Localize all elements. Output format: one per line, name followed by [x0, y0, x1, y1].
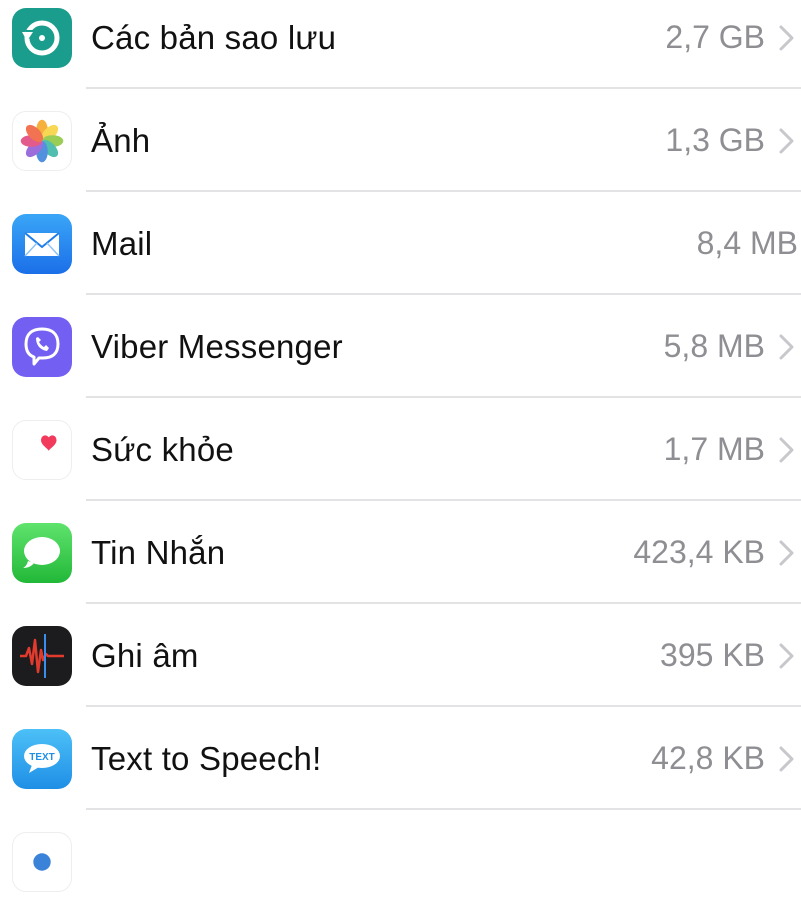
- list-item-health[interactable]: Sức khỏe 1,7 MB: [0, 398, 801, 501]
- list-item-mail[interactable]: Mail 8,4 MB: [0, 192, 801, 295]
- storage-app-list: Các bản sao lưu 2,7 GB Ảnh 1,3 GB Mail 8…: [0, 0, 801, 913]
- list-item-viber[interactable]: Viber Messenger 5,8 MB: [0, 295, 801, 398]
- svg-text:TEXT: TEXT: [29, 752, 55, 763]
- list-item-voice-memos[interactable]: Ghi âm 395 KB: [0, 604, 801, 707]
- chevron-right-icon: [779, 643, 794, 669]
- item-label: Viber Messenger: [91, 328, 343, 365]
- text-to-speech-icon: TEXT: [12, 729, 72, 789]
- item-label: Sức khỏe: [91, 431, 234, 468]
- item-size: 42,8 KB: [651, 740, 765, 776]
- list-item-messages[interactable]: Tin Nhắn 423,4 KB: [0, 501, 801, 604]
- list-item-photos[interactable]: Ảnh 1,3 GB: [0, 89, 801, 192]
- voice-memos-icon: [12, 626, 72, 686]
- chevron-right-icon: [779, 128, 794, 154]
- item-label: Mail: [91, 225, 153, 262]
- item-size: 5,8 MB: [663, 328, 765, 364]
- chevron-right-icon: [779, 746, 794, 772]
- list-item-text-to-speech[interactable]: TEXT Text to Speech! 42,8 KB: [0, 707, 801, 810]
- chevron-right-icon: [779, 25, 794, 51]
- item-size: 423,4 KB: [633, 534, 765, 570]
- chevron-right-icon: [779, 334, 794, 360]
- item-size: 1,7 MB: [663, 431, 765, 467]
- item-size: 395 KB: [660, 637, 765, 673]
- item-size: 1,3 GB: [665, 122, 765, 158]
- item-label: Ảnh: [91, 122, 151, 159]
- health-icon: [12, 420, 72, 480]
- item-label: Các bản sao lưu: [91, 19, 337, 56]
- item-size: 8,4 MB: [696, 225, 798, 261]
- messages-icon: [12, 523, 72, 583]
- item-label: Tin Nhắn: [91, 534, 226, 571]
- item-size: 2,7 GB: [665, 19, 765, 55]
- list-item-backups[interactable]: Các bản sao lưu 2,7 GB: [0, 0, 801, 89]
- item-label: Ghi âm: [91, 637, 199, 674]
- chevron-right-icon: [779, 437, 794, 463]
- item-label: Text to Speech!: [91, 740, 322, 777]
- list-item-partial[interactable]: [0, 810, 801, 913]
- mail-icon: [12, 214, 72, 274]
- photos-icon: [12, 111, 72, 171]
- viber-icon: [12, 317, 72, 377]
- backup-icon: [12, 8, 72, 68]
- chevron-right-icon: [779, 540, 794, 566]
- app-icon: [12, 832, 72, 892]
